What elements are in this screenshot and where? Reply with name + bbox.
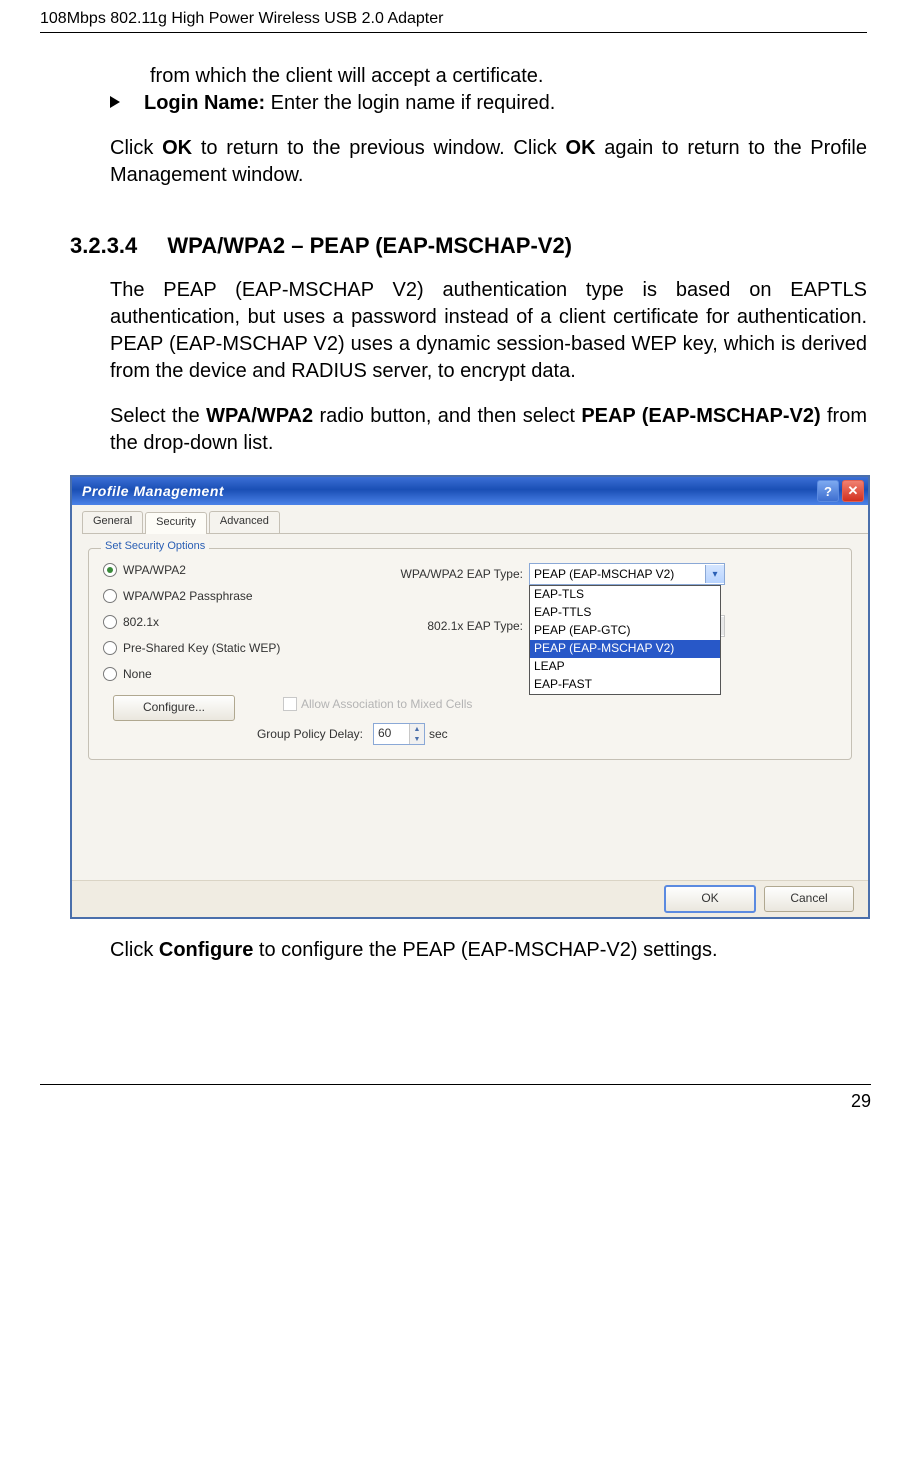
help-icon[interactable]: ? <box>817 480 839 502</box>
radio-wpa[interactable]: WPA/WPA2 <box>103 563 353 577</box>
gpd-spinner[interactable]: 60 ▲ ▼ <box>373 723 425 745</box>
radio-icon <box>103 667 117 681</box>
section-title: WPA/WPA2 – PEAP (EAP-MSCHAP-V2) <box>167 233 572 258</box>
section-number: 3.2.3.4 <box>70 233 137 259</box>
bullet-label: Login Name: <box>144 92 265 114</box>
radio-icon <box>103 641 117 655</box>
dd-item-eap-ttls[interactable]: EAP-TTLS <box>530 604 720 622</box>
section-heading: 3.2.3.4 WPA/WPA2 – PEAP (EAP-MSCHAP-V2) <box>70 233 867 259</box>
radio-none[interactable]: None <box>103 667 353 681</box>
close-icon[interactable]: ✕ <box>842 480 864 502</box>
desc-paragraph: The PEAP (EAP-MSCHAP V2) authentication … <box>110 277 867 385</box>
tab-security[interactable]: Security <box>145 512 207 534</box>
radio-8021x[interactable]: 802.1x <box>103 615 353 629</box>
dd-item-peap-gtc[interactable]: PEAP (EAP-GTC) <box>530 622 720 640</box>
dd-item-eap-fast[interactable]: EAP-FAST <box>530 676 720 694</box>
tab-advanced[interactable]: Advanced <box>209 511 280 533</box>
eap-type-combo[interactable]: PEAP (EAP-MSCHAP V2) <box>529 563 725 585</box>
configure-paragraph: Click Configure to configure the PEAP (E… <box>110 937 867 964</box>
assoc-label: Allow Association to Mixed Cells <box>301 697 472 711</box>
checkbox-icon <box>283 697 297 711</box>
radio-psk[interactable]: Pre-Shared Key (Static WEP) <box>103 641 353 655</box>
dd-item-eap-tls[interactable]: EAP-TLS <box>530 586 720 604</box>
gpd-unit: sec <box>429 727 448 741</box>
eap2-label: 802.1x EAP Type: <box>363 619 529 633</box>
select-paragraph: Select the WPA/WPA2 radio button, and th… <box>110 403 867 457</box>
doc-header: 108Mbps 802.11g High Power Wireless USB … <box>40 10 867 33</box>
spinner-down-icon[interactable]: ▼ <box>410 734 424 744</box>
radio-icon <box>103 615 117 629</box>
radio-icon <box>103 563 117 577</box>
profile-management-dialog: Profile Management ? ✕ General Security … <box>70 475 870 919</box>
gpd-value: 60 <box>374 724 409 744</box>
tab-general[interactable]: General <box>82 511 143 533</box>
eap-type-value: PEAP (EAP-MSCHAP V2) <box>534 567 674 581</box>
groupbox-title: Set Security Options <box>101 540 209 552</box>
dialog-title: Profile Management <box>82 483 224 499</box>
dialog-titlebar: Profile Management ? ✕ <box>72 477 868 505</box>
dd-item-peap-mschap[interactable]: PEAP (EAP-MSCHAP V2) <box>530 640 720 658</box>
tabs-row: General Security Advanced <box>82 511 868 534</box>
cancel-button[interactable]: Cancel <box>764 886 854 912</box>
chevron-down-icon <box>705 565 724 583</box>
radio-wpa-passphrase[interactable]: WPA/WPA2 Passphrase <box>103 589 353 603</box>
spinner-up-icon[interactable]: ▲ <box>410 724 424 734</box>
radio-icon <box>103 589 117 603</box>
security-options-group: Set Security Options WPA/WPA2 WPA/WPA2 P… <box>88 548 852 760</box>
page-number: 29 <box>40 1084 871 1112</box>
dd-item-leap[interactable]: LEAP <box>530 658 720 676</box>
continued-text: from which the client will accept a cert… <box>150 63 867 90</box>
configure-button[interactable]: Configure... <box>113 695 235 721</box>
eap-type-label: WPA/WPA2 EAP Type: <box>363 567 529 581</box>
ok-paragraph: Click OK to return to the previous windo… <box>110 135 867 189</box>
bullet-icon <box>110 96 120 108</box>
bullet-text: Login Name: Enter the login name if requ… <box>144 90 555 117</box>
ok-button[interactable]: OK <box>664 885 756 913</box>
eap-type-dropdown: EAP-TLS EAP-TTLS PEAP (EAP-GTC) PEAP (EA… <box>529 585 721 695</box>
gpd-label: Group Policy Delay: <box>233 727 369 741</box>
